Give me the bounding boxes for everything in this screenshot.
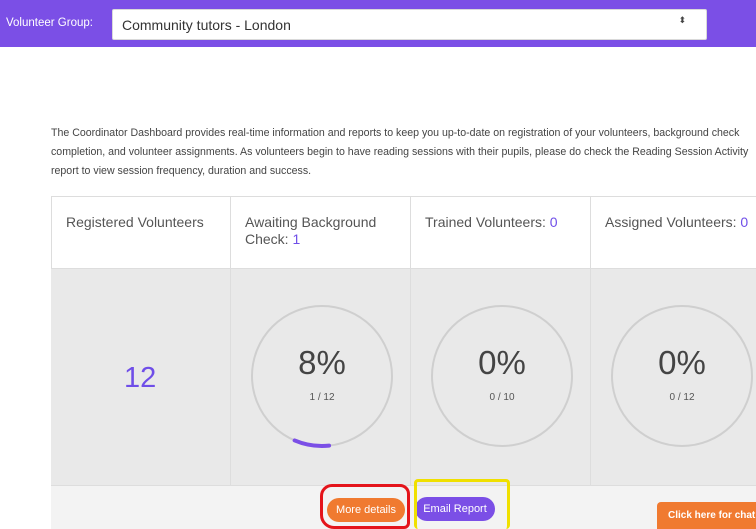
header-registered-label: Registered Volunteers [66, 214, 204, 230]
header-trained-volunteers: Trained Volunteers: 0 [410, 197, 590, 269]
trained-volunteers-fraction: 0 / 10 [489, 392, 515, 403]
registered-volunteers-count: 12 [124, 362, 157, 394]
dashboard-intro-text: The Coordinator Dashboard provides real-… [51, 127, 749, 177]
dashboard-stats-row: 12 8% 1 / 12 0% 0 / 10 0% 0 / 12 [51, 269, 756, 485]
header-trained-count: 0 [549, 214, 558, 230]
header-assigned-volunteers: Assigned Volunteers: 0 [590, 197, 756, 269]
header-awaiting-background-check: Awaiting Background Check: 1 [230, 197, 410, 269]
volunteer-group-select[interactable]: Community tutors - London ⬍ [112, 9, 707, 40]
assigned-volunteers-fraction: 0 / 12 [669, 392, 695, 403]
yellow-highlight-annotation [414, 479, 510, 529]
header-assigned-label: Assigned Volunteers: [605, 214, 741, 230]
awaiting-check-cell: 8% 1 / 12 [230, 269, 410, 485]
trained-volunteers-gauge: 0% 0 / 10 [429, 303, 575, 449]
dashboard-header-row: Registered Volunteers Awaiting Backgroun… [51, 196, 756, 269]
awaiting-check-gauge: 8% 1 / 12 [249, 303, 395, 449]
volunteer-group-label: Volunteer Group: [6, 17, 93, 29]
trained-volunteers-percent: 0% [478, 344, 526, 381]
header-assigned-count: 0 [740, 214, 749, 230]
trained-volunteers-cell: 0% 0 / 10 [410, 269, 590, 485]
assigned-volunteers-cell: 0% 0 / 12 [590, 269, 756, 485]
red-highlight-annotation [320, 484, 410, 529]
header-awaiting-label: Awaiting Background Check: [245, 214, 377, 247]
header-registered-volunteers: Registered Volunteers [51, 197, 230, 269]
registered-volunteers-cell: 12 [51, 269, 230, 485]
header-trained-label: Trained Volunteers: [425, 214, 550, 230]
gauge-progress-arc [292, 438, 332, 448]
coordinator-dashboard: Registered Volunteers Awaiting Backgroun… [51, 196, 756, 529]
chat-button[interactable]: Click here for chat [657, 502, 756, 529]
volunteer-group-bar: Volunteer Group: Community tutors - Lond… [0, 0, 756, 47]
volunteer-group-value: Community tutors - London [122, 17, 291, 33]
select-arrows-icon: ⬍ [678, 16, 686, 26]
page: Volunteer Group: Community tutors - Lond… [0, 0, 756, 529]
awaiting-check-fraction: 1 / 12 [309, 392, 335, 403]
header-awaiting-count: 1 [292, 231, 301, 247]
awaiting-check-percent: 8% [298, 344, 346, 381]
assigned-volunteers-gauge: 0% 0 / 12 [609, 303, 755, 449]
assigned-volunteers-percent: 0% [658, 344, 706, 381]
